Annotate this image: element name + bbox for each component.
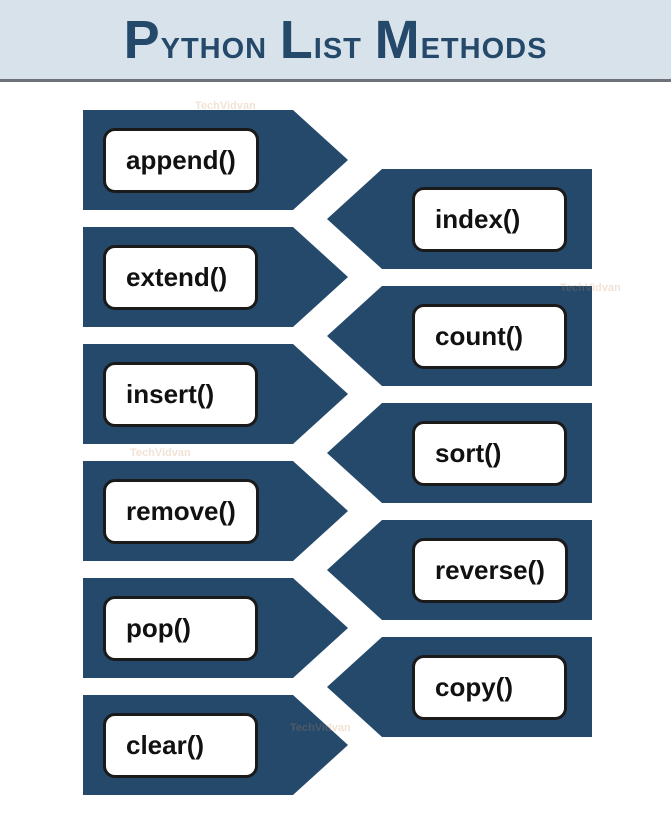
arrow-clear: clear() (83, 695, 348, 795)
watermark: TechVidvan (130, 447, 191, 459)
method-sort: sort() (412, 421, 567, 486)
arrow-copy: copy() (327, 637, 592, 737)
title-cap-m: M (375, 10, 421, 70)
arrow-count: count() (327, 286, 592, 386)
method-append: append() (103, 128, 259, 193)
arrow-remove: remove() (83, 461, 348, 561)
method-clear: clear() (103, 713, 258, 778)
method-reverse: reverse() (412, 538, 568, 603)
method-count: count() (412, 304, 567, 369)
method-extend: extend() (103, 245, 258, 310)
arrow-insert: insert() (83, 344, 348, 444)
arrow-reverse: reverse() (327, 520, 592, 620)
method-remove: remove() (103, 479, 259, 544)
method-copy: copy() (412, 655, 567, 720)
title-cap-l: L (280, 10, 314, 70)
diagram-area: append() extend() insert() remove() pop(… (0, 82, 671, 829)
method-pop: pop() (103, 596, 258, 661)
arrow-extend: extend() (83, 227, 348, 327)
title-cap-p: P (124, 10, 161, 70)
method-index: index() (412, 187, 567, 252)
title-word-list: ist (314, 20, 375, 67)
method-insert: insert() (103, 362, 258, 427)
arrow-sort: sort() (327, 403, 592, 503)
page-title: Python List Methods (124, 9, 548, 71)
arrow-index: index() (327, 169, 592, 269)
title-word-python: ython (161, 20, 280, 67)
arrow-append: append() (83, 110, 348, 210)
header-banner: Python List Methods (0, 0, 671, 82)
arrow-pop: pop() (83, 578, 348, 678)
title-word-methods: ethods (421, 20, 548, 67)
